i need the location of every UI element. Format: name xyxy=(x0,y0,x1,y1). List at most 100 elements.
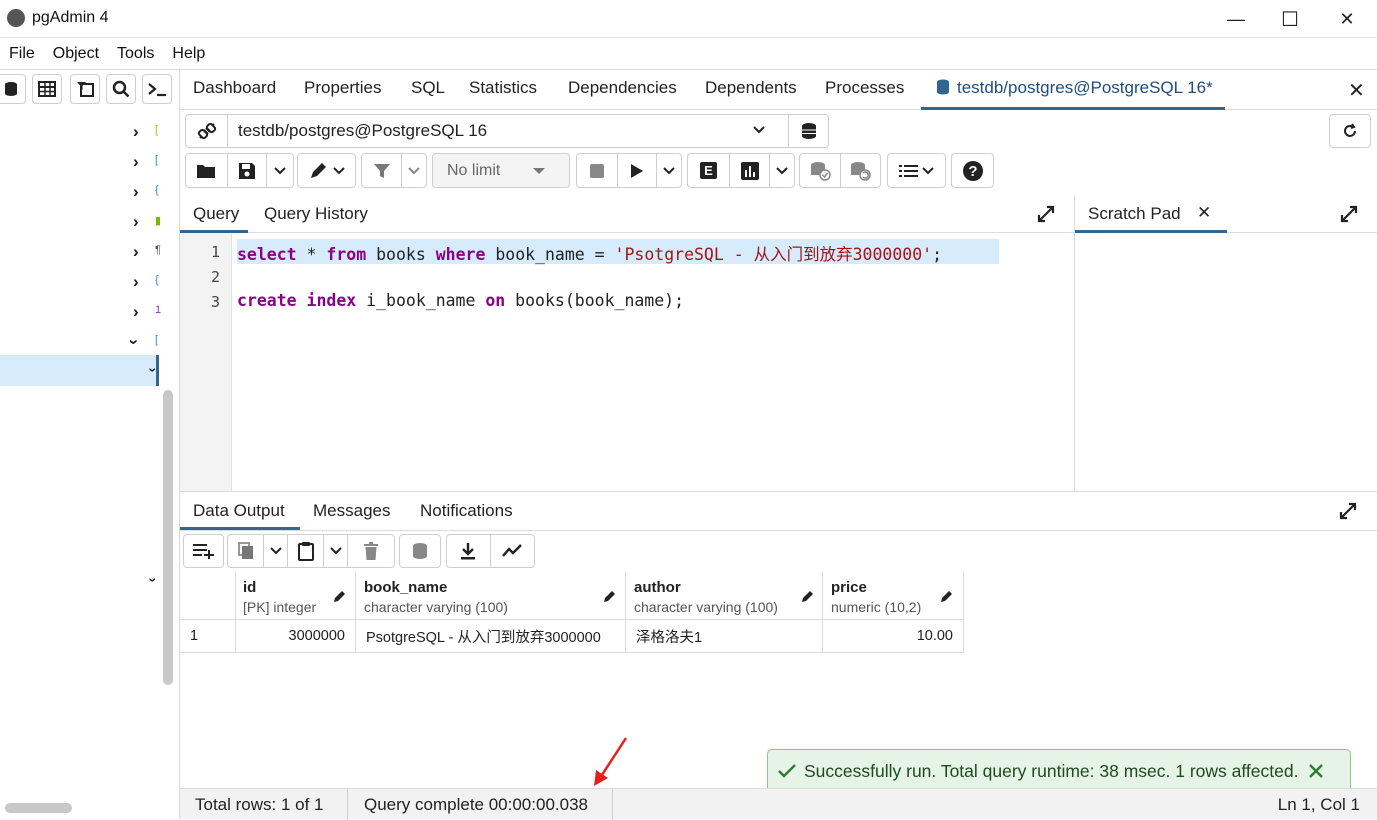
open-file-icon[interactable] xyxy=(186,154,228,187)
database-icon[interactable] xyxy=(0,74,26,104)
tab-dependencies[interactable]: Dependencies xyxy=(568,78,677,106)
tab-properties[interactable]: Properties xyxy=(304,78,381,106)
column-header-price[interactable]: price numeric (10,2) xyxy=(823,572,964,620)
tree-collapse-icon[interactable]: › xyxy=(145,578,161,583)
cell-id[interactable]: 3000000 xyxy=(236,620,356,653)
expand-icon[interactable] xyxy=(1340,205,1358,223)
tab-statistics[interactable]: Statistics xyxy=(469,78,537,106)
column-header-book-name[interactable]: book_name character varying (100) xyxy=(356,572,626,620)
tree-node-icon: { xyxy=(155,184,159,196)
code-line-1: select * from books where book_name = 'P… xyxy=(237,245,943,264)
chevron-down-icon[interactable] xyxy=(752,121,766,139)
tab-dashboard[interactable]: Dashboard xyxy=(193,78,276,106)
help-icon[interactable]: ? xyxy=(952,154,993,187)
tree-node-icon: ▮ xyxy=(155,215,162,227)
menu-object[interactable]: Object xyxy=(44,45,108,63)
connection-selector[interactable]: testdb/postgres@PostgreSQL 16 xyxy=(185,114,829,148)
edit-pencil-icon[interactable] xyxy=(603,589,617,603)
explain-icon[interactable]: E xyxy=(688,154,730,187)
tree-collapse-icon[interactable]: › xyxy=(124,339,144,345)
tree-expand-icon[interactable]: › xyxy=(133,302,139,322)
column-type: character varying (100) xyxy=(634,599,778,615)
chevron-down-icon[interactable] xyxy=(402,154,426,187)
stop-icon[interactable] xyxy=(577,154,618,187)
refresh-icon[interactable] xyxy=(1329,114,1371,148)
edit-pencil-icon[interactable] xyxy=(333,589,347,603)
column-header-author[interactable]: author character varying (100) xyxy=(626,572,823,620)
edit-pen-icon[interactable] xyxy=(298,154,355,187)
tab-processes[interactable]: Processes xyxy=(825,78,904,106)
add-row-icon[interactable] xyxy=(184,535,223,567)
line-number: 2 xyxy=(210,268,220,286)
rollback-icon[interactable] xyxy=(841,154,881,187)
tree-expand-icon[interactable]: › xyxy=(133,182,139,202)
explain-analyze-icon[interactable] xyxy=(730,154,770,187)
tree-expand-icon[interactable]: › xyxy=(133,272,139,292)
save-icon[interactable] xyxy=(228,154,268,187)
menu-file[interactable]: File xyxy=(0,45,44,63)
edit-pencil-icon[interactable] xyxy=(801,589,815,603)
execute-play-icon[interactable] xyxy=(618,154,658,187)
tab-dependents[interactable]: Dependents xyxy=(705,78,797,106)
chevron-down-icon[interactable] xyxy=(657,154,681,187)
tree-horizontal-scrollbar[interactable] xyxy=(5,803,72,813)
tab-sql[interactable]: SQL xyxy=(411,78,445,106)
commit-icon[interactable] xyxy=(800,154,841,187)
chevron-down-icon[interactable] xyxy=(264,535,288,567)
filtered-rows-icon[interactable] xyxy=(70,74,100,104)
tree-expand-icon[interactable]: › xyxy=(133,212,139,232)
table-view-icon[interactable] xyxy=(32,74,62,104)
title-bar: pgAdmin 4 — ☐ ✕ xyxy=(0,0,1377,38)
close-tab-icon[interactable]: ✕ xyxy=(1348,78,1365,103)
expand-icon[interactable] xyxy=(1339,502,1357,520)
scratch-pad-textarea[interactable] xyxy=(1075,234,1377,491)
sql-editor[interactable]: 1 2 3 select * from books where book_nam… xyxy=(180,233,1074,491)
tree-selected-row[interactable] xyxy=(0,355,158,386)
save-data-icon[interactable] xyxy=(400,535,440,567)
tree-collapse-icon[interactable]: › xyxy=(145,368,161,373)
tree-expand-icon[interactable]: › xyxy=(133,242,139,262)
column-header-id[interactable]: id [PK] integer xyxy=(236,572,356,620)
edit-pencil-icon[interactable] xyxy=(940,589,954,603)
filter-icon[interactable] xyxy=(362,154,402,187)
limit-select[interactable]: No limit xyxy=(432,153,570,188)
tab-query-tool[interactable]: testdb/postgres@PostgreSQL 16* xyxy=(921,78,1225,110)
cell-price[interactable]: 10.00 xyxy=(823,620,964,653)
chevron-down-icon[interactable] xyxy=(267,154,293,187)
row-number-cell[interactable]: 1 xyxy=(180,620,236,653)
chevron-down-icon[interactable] xyxy=(324,535,348,567)
tab-messages[interactable]: Messages xyxy=(313,501,390,521)
cell-book-name[interactable]: PsotgreSQL - 从入门到放弃3000000 xyxy=(356,620,626,653)
tab-scratch-pad[interactable]: Scratch Pad xyxy=(1088,204,1181,224)
tab-query[interactable]: Query xyxy=(193,204,239,224)
tree-expand-icon[interactable]: › xyxy=(133,122,139,142)
copy-icon[interactable] xyxy=(228,535,264,567)
minimize-button[interactable]: — xyxy=(1210,0,1262,38)
graph-visualiser-icon[interactable] xyxy=(491,535,535,567)
line-number-gutter: 1 2 3 xyxy=(180,233,232,491)
tree-expand-icon[interactable]: › xyxy=(133,152,139,172)
close-window-button[interactable]: ✕ xyxy=(1321,0,1373,38)
connection-status-icon[interactable] xyxy=(186,115,228,147)
delete-icon[interactable] xyxy=(348,535,394,567)
expand-icon[interactable] xyxy=(1037,205,1055,223)
maximize-button[interactable]: ☐ xyxy=(1264,0,1316,38)
new-connection-icon[interactable] xyxy=(788,115,828,147)
tab-notifications[interactable]: Notifications xyxy=(420,501,513,521)
search-icon[interactable] xyxy=(106,74,136,104)
menu-help[interactable]: Help xyxy=(163,45,214,63)
close-toast-icon[interactable] xyxy=(1308,763,1324,779)
tree-vertical-scrollbar[interactable] xyxy=(163,390,173,685)
tab-data-output[interactable]: Data Output xyxy=(193,501,285,521)
close-scratch-icon[interactable]: ✕ xyxy=(1197,203,1211,223)
menu-tools[interactable]: Tools xyxy=(108,45,163,63)
cell-author[interactable]: 泽格洛夫1 xyxy=(626,620,823,653)
macros-list-icon[interactable] xyxy=(888,154,945,187)
psql-tool-icon[interactable] xyxy=(142,74,172,104)
chevron-down-icon[interactable] xyxy=(770,154,794,187)
paste-icon[interactable] xyxy=(288,535,324,567)
limit-select-value[interactable]: No limit xyxy=(433,154,569,187)
file-toolbar-group xyxy=(185,153,294,188)
tab-query-history[interactable]: Query History xyxy=(264,204,368,224)
download-icon[interactable] xyxy=(447,535,491,567)
